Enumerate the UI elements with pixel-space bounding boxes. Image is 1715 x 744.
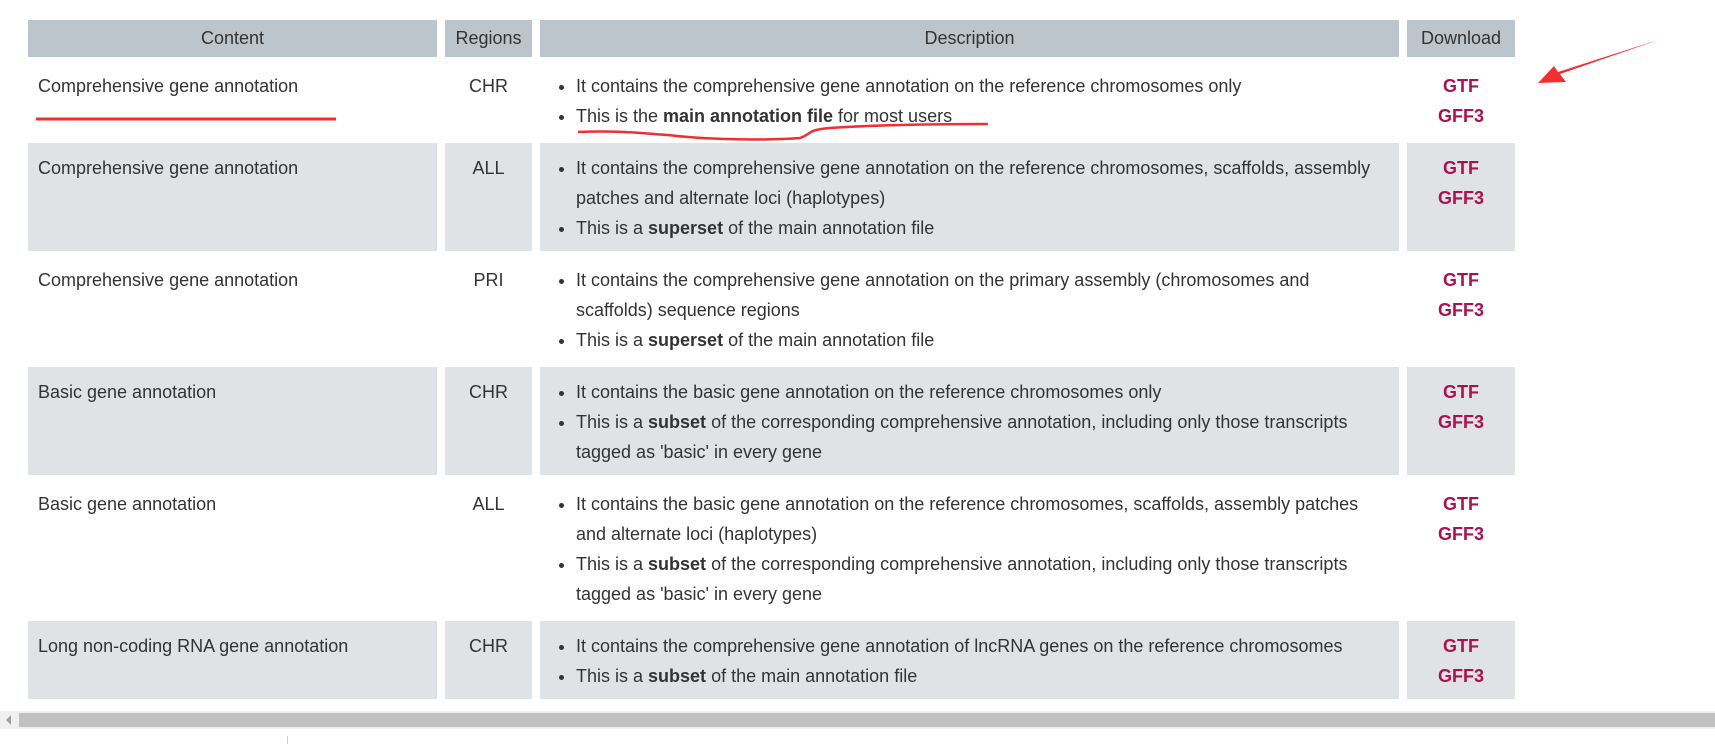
description-bullet: This is the main annotation file for mos… (576, 101, 1389, 131)
text: This is a (576, 218, 649, 238)
download-gtf-link[interactable]: GTF (1417, 631, 1505, 661)
text: It contains the comprehensive gene annot… (576, 270, 1310, 320)
table-row: Long non-coding RNA gene annotationCHR It… (28, 621, 1515, 699)
content-cell: Comprehensive gene annotation (28, 143, 437, 251)
description-bullet: It contains the basic gene annotation on… (576, 377, 1389, 407)
horizontal-scrollbar[interactable] (0, 711, 1715, 729)
emphasis: subset (648, 666, 707, 686)
gene-annotation-table: Content Regions Description Download Com… (20, 16, 1523, 703)
download-gff3-link[interactable]: GFF3 (1417, 407, 1505, 437)
download-cell: GTF GFF3 (1407, 61, 1515, 139)
divider (287, 736, 288, 744)
scrollbar-thumb[interactable] (19, 713, 1715, 727)
text: It contains the comprehensive gene annot… (576, 636, 1343, 656)
download-gff3-link[interactable]: GFF3 (1417, 661, 1505, 691)
table-row: Basic gene annotation ALL It contains the … (28, 479, 1515, 617)
description-cell: It contains the comprehensive gene annot… (540, 621, 1399, 699)
content-cell: Basic gene annotation (38, 494, 217, 514)
description-bullet: This is a subset of the corresponding co… (576, 407, 1389, 467)
text: of the main annotation file (723, 218, 935, 238)
download-cell: GTF GFF3 (1407, 255, 1515, 363)
download-gff3-link[interactable]: GFF3 (1417, 101, 1505, 131)
header-regions: Regions (445, 20, 532, 57)
download-cell: GTF GFF3 (1407, 479, 1515, 617)
download-gff3-link[interactable]: GFF3 (1417, 183, 1505, 213)
region-cell: CHR (445, 367, 532, 475)
content-cell: Comprehensive gene annotation (38, 76, 299, 96)
text: This is a (576, 412, 649, 432)
description-cell: It contains the basic gene annotation on… (540, 367, 1399, 475)
download-cell: GTF GFF3 (1407, 367, 1515, 475)
download-gff3-link[interactable]: GFF3 (1417, 295, 1505, 325)
arrow-annotation-icon (1538, 40, 1658, 83)
emphasis: subset (648, 412, 707, 432)
description-bullet: This is a superset of the main annotatio… (576, 213, 1389, 243)
download-cell: GTF GFF3 (1407, 621, 1515, 699)
content-cell: Comprehensive gene annotation (38, 270, 299, 290)
text: It contains the basic gene annotation on… (576, 382, 1162, 402)
description-cell: It contains the comprehensive gene annot… (540, 143, 1399, 251)
region-cell: ALL (472, 494, 505, 514)
region-cell: CHR (445, 621, 532, 699)
text: of the main annotation file (706, 666, 918, 686)
emphasis: main annotation file (663, 106, 834, 126)
content-cell: Basic gene annotation (28, 367, 437, 475)
description-bullet: This is a subset of the corresponding co… (576, 549, 1389, 609)
table-row: Basic gene annotationCHR It contains the … (28, 367, 1515, 475)
download-gtf-link[interactable]: GTF (1417, 489, 1505, 519)
table-row: Comprehensive gene annotation CHR It conta… (28, 61, 1515, 139)
content-cell: Long non-coding RNA gene annotation (28, 621, 437, 699)
text: It contains the basic gene annotation on… (576, 494, 1359, 544)
text: It contains the comprehensive gene annot… (576, 158, 1371, 208)
description-cell: It contains the comprehensive gene annot… (540, 61, 1399, 139)
description-cell: It contains the basic gene annotation on… (540, 479, 1399, 617)
emphasis: superset (648, 330, 724, 350)
table-row: Comprehensive gene annotationALL It conta… (28, 143, 1515, 251)
text: of the main annotation file (723, 330, 935, 350)
description-bullet: It contains the comprehensive gene annot… (576, 265, 1389, 325)
download-cell: GTF GFF3 (1407, 143, 1515, 251)
scroll-left-arrow-icon[interactable] (6, 715, 11, 725)
description-bullet: It contains the comprehensive gene annot… (576, 153, 1389, 213)
region-cell: CHR (469, 76, 508, 96)
description-bullet: This is a superset of the main annotatio… (576, 325, 1389, 355)
text: This is a (576, 554, 649, 574)
region-cell: ALL (445, 143, 532, 251)
description-cell: It contains the comprehensive gene annot… (540, 255, 1399, 363)
download-gtf-link[interactable]: GTF (1417, 377, 1505, 407)
download-gff3-link[interactable]: GFF3 (1417, 519, 1505, 549)
text: It contains the comprehensive gene annot… (576, 76, 1242, 96)
description-bullet: This is a subset of the main annotation … (576, 661, 1389, 691)
emphasis: subset (648, 554, 707, 574)
table-header: Content Regions Description Download (28, 20, 1515, 57)
text: This is the (576, 106, 664, 126)
text: This is a (576, 666, 649, 686)
table-row: Comprehensive gene annotation PRI It conta… (28, 255, 1515, 363)
header-download: Download (1407, 20, 1515, 57)
text: This is a (576, 330, 649, 350)
download-gtf-link[interactable]: GTF (1417, 265, 1505, 295)
description-bullet: It contains the basic gene annotation on… (576, 489, 1389, 549)
emphasis: superset (648, 218, 724, 238)
description-bullet: It contains the comprehensive gene annot… (576, 71, 1389, 101)
description-bullet: It contains the comprehensive gene annot… (576, 631, 1389, 661)
text: for most users (833, 106, 953, 126)
region-cell: PRI (473, 270, 504, 290)
download-gtf-link[interactable]: GTF (1417, 153, 1505, 183)
header-description: Description (540, 20, 1399, 57)
header-content: Content (28, 20, 437, 57)
download-gtf-link[interactable]: GTF (1417, 71, 1505, 101)
